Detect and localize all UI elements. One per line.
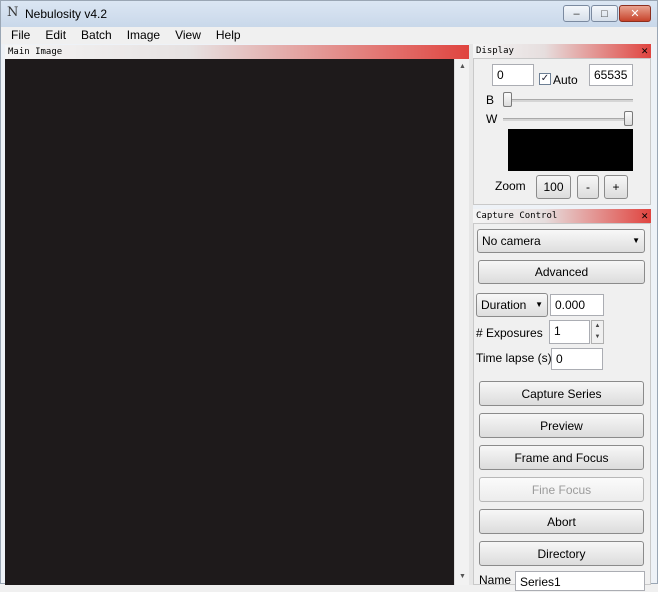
capture-series-button[interactable]: Capture Series — [479, 381, 644, 406]
maximize-button[interactable]: □ — [591, 5, 618, 22]
name-field[interactable]: Series1 — [515, 571, 645, 591]
scroll-up-icon[interactable]: ▲ — [455, 61, 470, 73]
menu-edit[interactable]: Edit — [37, 27, 73, 44]
timelapse-label: Time lapse (s) — [476, 351, 552, 365]
camera-select[interactable]: No camera ▼ — [477, 229, 645, 253]
main-image-scrollbar[interactable]: ▲ ▼ — [454, 59, 469, 585]
zoom-level-button[interactable]: 100 — [536, 175, 571, 199]
duration-select[interactable]: Duration ▼ — [476, 293, 548, 317]
zoom-label: Zoom — [495, 179, 526, 193]
auto-label: Auto — [553, 73, 578, 87]
b-slider-label: B — [486, 93, 495, 107]
menu-view[interactable]: View — [167, 27, 208, 44]
exposures-field[interactable]: 1 — [549, 320, 590, 344]
chevron-down-icon: ▼ — [535, 300, 543, 309]
white-slider-track — [503, 118, 633, 121]
exposures-label: # Exposures — [476, 326, 543, 340]
display-close-icon[interactable]: ✕ — [641, 44, 648, 58]
duration-field[interactable]: 0.000 — [550, 294, 604, 316]
capture-panel-header: Capture Control ✕ — [473, 209, 651, 223]
chevron-down-icon: ▼ — [632, 236, 640, 245]
menu-help[interactable]: Help — [208, 27, 248, 44]
directory-button[interactable]: Directory — [479, 541, 644, 566]
spin-down-icon[interactable]: ▼ — [592, 332, 603, 343]
display-panel-header: Display ✕ — [473, 44, 651, 58]
abort-button[interactable]: Abort — [479, 509, 644, 534]
menu-image[interactable]: Image — [119, 27, 167, 44]
fine-focus-button[interactable]: Fine Focus — [479, 477, 644, 502]
w-slider-label: W — [486, 112, 498, 126]
menu-file[interactable]: File — [1, 27, 37, 44]
name-label: Name — [479, 573, 512, 587]
auto-checkbox[interactable]: ✓ — [539, 73, 551, 85]
white-level-field[interactable]: 65535 — [589, 64, 633, 86]
capture-panel-title: Capture Control — [476, 211, 558, 221]
close-window-button[interactable]: ✕ — [619, 5, 651, 22]
black-level-field[interactable]: 0 — [492, 64, 534, 86]
advanced-button[interactable]: Advanced — [478, 260, 645, 284]
app-window: N Nebulosity v4.2 ‒ □ ✕ File Edit Batch … — [0, 0, 658, 591]
preview-button[interactable]: Preview — [479, 413, 644, 438]
scroll-down-icon[interactable]: ▼ — [455, 571, 470, 583]
timelapse-field[interactable]: 0 — [551, 348, 603, 370]
duration-select-value: Duration — [481, 298, 527, 312]
menu-bar: File Edit Batch Image View Help — [1, 27, 657, 44]
frame-focus-button[interactable]: Frame and Focus — [479, 445, 644, 470]
display-panel-title: Display — [476, 46, 514, 56]
camera-select-value: No camera — [482, 234, 541, 248]
white-slider-thumb[interactable] — [624, 111, 633, 126]
menu-batch[interactable]: Batch — [73, 27, 119, 44]
capture-close-icon[interactable]: ✕ — [641, 209, 648, 223]
zoom-out-button[interactable]: - — [577, 175, 599, 199]
minimize-button[interactable]: ‒ — [563, 5, 590, 22]
black-slider-track — [503, 99, 633, 102]
main-image-header: Main Image — [5, 45, 469, 59]
window-title: Nebulosity v4.2 — [25, 7, 108, 21]
title-bar: N Nebulosity v4.2 ‒ □ ✕ — [1, 1, 657, 27]
app-logo-icon: N — [7, 5, 19, 20]
exposures-spinner[interactable]: ▲ ▼ — [591, 320, 604, 344]
histogram-display — [508, 129, 633, 171]
main-image-canvas[interactable] — [5, 59, 454, 585]
black-slider-thumb[interactable] — [503, 92, 512, 107]
zoom-in-button[interactable]: + — [604, 175, 628, 199]
spin-up-icon[interactable]: ▲ — [592, 321, 603, 332]
